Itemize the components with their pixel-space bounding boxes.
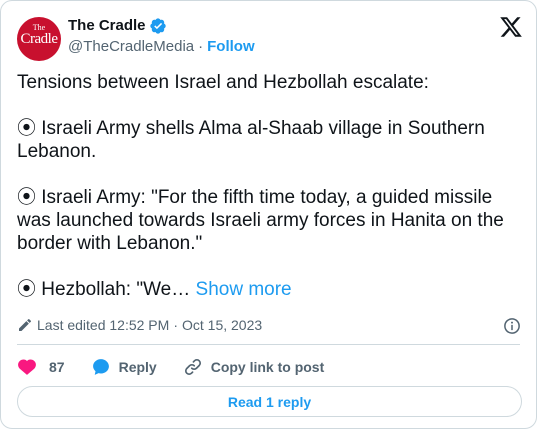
copy-link-button[interactable]: Copy link to post [183,357,325,377]
edited-timestamp[interactable]: Last edited 12:52 PM [37,315,169,335]
tweet-line-3: ⦿ Israeli Army: "For the fifth time toda… [17,187,510,254]
link-icon [184,358,201,376]
tweet-line-4: ⦿ Hezbollah: "We… Show more [17,278,529,301]
x-logo-icon[interactable] [498,15,524,39]
read-replies-button[interactable]: Read 1 reply [17,386,522,417]
tweet-card: The Cradle The Cradle @TheCradleMedia · Fo… [0,0,537,429]
avatar-logo-text: Cradle [20,31,58,47]
tweet-date[interactable]: Oct 15, 2023 [182,315,262,335]
like-count: 87 [49,359,65,375]
author-handle[interactable]: @TheCradleMedia [68,38,194,55]
info-icon[interactable] [503,317,521,335]
reply-label: Reply [118,359,157,375]
verified-badge-icon [149,18,166,34]
copy-link-label: Copy link to post [210,359,325,375]
handle-separator: · [198,38,204,55]
author-handle-row: @TheCradleMedia · Follow [68,37,255,57]
author-name-row: The Cradle [68,16,167,36]
edit-pencil-icon [19,318,32,331]
like-button[interactable]: 87 [17,357,65,377]
reply-button[interactable]: Reply [91,357,157,377]
follow-button[interactable]: Follow [207,38,255,55]
avatar[interactable]: The Cradle [17,17,61,61]
tweet-line-1: Tensions between Israel and Hezbollah es… [17,72,429,93]
tweet-text: Tensions between Israel and Hezbollah es… [17,71,529,301]
reply-bubble-icon [92,359,109,375]
meta-separator: · [173,317,178,333]
action-bar: 87 Reply Copy link to post [17,356,324,378]
tweet-meta: Last edited 12:52 PM · Oct 15, 2023 [17,315,262,335]
tweet-line-4-text: ⦿ Hezbollah: "We… [17,279,191,300]
divider [17,344,520,345]
heart-icon [18,359,36,375]
author-name[interactable]: The Cradle [68,16,146,36]
show-more-link[interactable]: Show more [196,279,292,300]
tweet-line-2: ⦿ Israeli Army shells Alma al-Shaab vill… [17,118,491,162]
